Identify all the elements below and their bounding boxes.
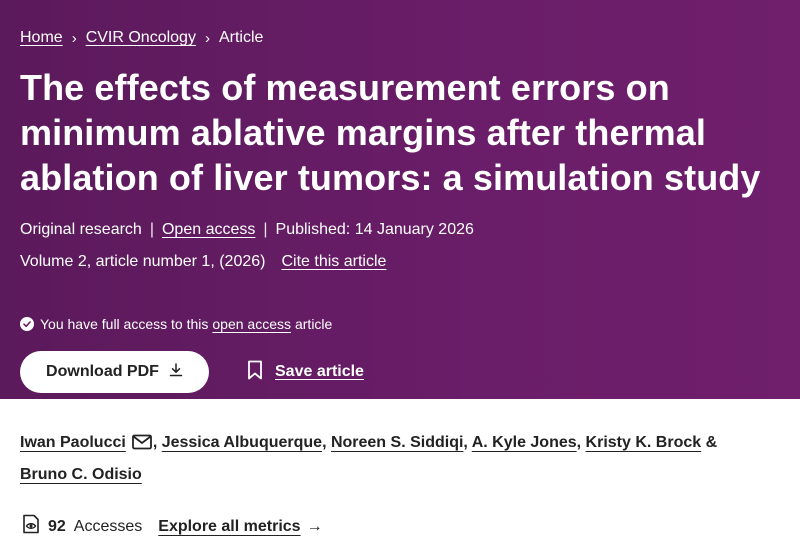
author-link[interactable]: Jessica Albuquerque <box>162 434 322 451</box>
breadcrumb-current: Article <box>218 29 264 46</box>
article-meta: Original research | Open access | Publis… <box>20 218 800 242</box>
volume-info: Volume 2, article number 1, (2026) <box>20 253 266 270</box>
download-pdf-button[interactable]: Download PDF <box>20 351 209 393</box>
mail-icon[interactable] <box>131 431 152 460</box>
author-list: Iwan Paolucci, Jessica Albuquerque, Nore… <box>0 399 780 489</box>
breadcrumb-home[interactable]: Home <box>20 29 63 47</box>
divider: | <box>263 221 268 238</box>
article-metrics: 92 Accesses Explore all metrics → <box>20 513 323 540</box>
article-header: Home › CVIR Oncology › Article The effec… <box>0 0 800 399</box>
author-link[interactable]: A. Kyle Jones <box>472 434 577 451</box>
open-access-info-link[interactable]: open access <box>212 316 291 332</box>
chevron-right-icon: › <box>71 29 77 47</box>
breadcrumb-journal[interactable]: CVIR Oncology <box>86 29 196 47</box>
bookmark-icon <box>247 360 275 385</box>
article-type: Original research <box>20 221 142 238</box>
open-access-link[interactable]: Open access <box>162 221 255 239</box>
article-title: The effects of measurement errors on min… <box>20 67 761 198</box>
save-article-label: Save article <box>275 363 364 380</box>
author-link[interactable]: Kristy K. Brock <box>586 434 702 451</box>
article-actions: Download PDF Save article <box>20 351 800 393</box>
breadcrumb: Home › CVIR Oncology › Article <box>20 26 800 50</box>
author-link[interactable]: Noreen S. Siddiqi <box>331 434 463 451</box>
check-circle-icon <box>20 317 34 331</box>
explore-metrics-link[interactable]: Explore all metrics <box>158 518 300 536</box>
accesses-icon <box>20 513 42 540</box>
access-notice: You have full access to this open access… <box>20 314 800 334</box>
author-link[interactable]: Iwan Paolucci <box>20 434 126 451</box>
author-link[interactable]: Bruno C. Odisio <box>20 466 142 483</box>
access-text: You have full access to this <box>40 316 209 332</box>
save-article-button[interactable]: Save article <box>247 360 364 385</box>
chevron-right-icon: › <box>204 29 210 47</box>
access-text-suffix: article <box>294 316 333 332</box>
download-icon <box>159 362 183 382</box>
accesses-label: Accesses <box>73 517 143 535</box>
cite-article-link[interactable]: Cite this article <box>281 253 386 271</box>
article-citation-line: Volume 2, article number 1, (2026) Cite … <box>20 250 800 274</box>
download-pdf-label: Download PDF <box>46 363 159 380</box>
accesses-count: 92 <box>48 517 66 535</box>
published-date: Published: 14 January 2026 <box>275 221 474 238</box>
arrow-right-icon: → <box>306 517 323 535</box>
divider: | <box>149 221 154 238</box>
